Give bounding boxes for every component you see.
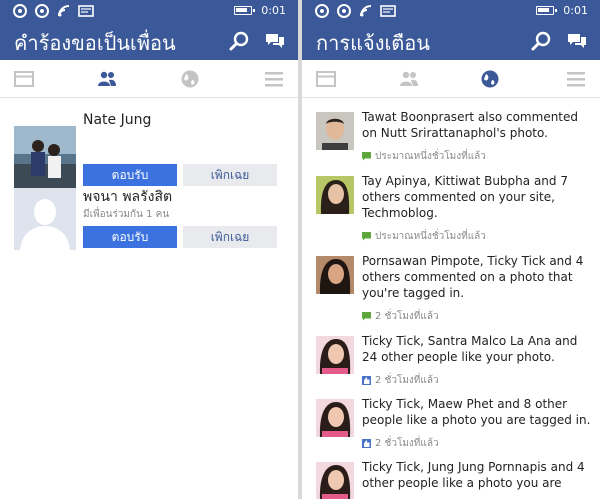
- request-photo[interactable]: [14, 126, 76, 188]
- status-icons: [12, 3, 94, 19]
- tab-notifications[interactable]: [180, 69, 200, 89]
- app-bar: คำร้องขอเป็นเพื่อน: [0, 22, 298, 60]
- status-bar: 0:01: [302, 0, 600, 22]
- notification-icon: [35, 4, 49, 18]
- hamburger-menu-icon: [567, 72, 585, 87]
- avatar: [316, 462, 354, 499]
- wifi-icon: [360, 5, 372, 17]
- tab-menu[interactable]: [566, 69, 586, 89]
- friend-request-item: Nate Jung ตอบรับ เพิกเฉย: [14, 112, 284, 188]
- tab-friend-requests[interactable]: [97, 69, 117, 89]
- avatar-woman-photo: [316, 256, 354, 294]
- notification-icon: [13, 4, 27, 18]
- avatar: [316, 256, 354, 294]
- page-title: การแจ้งเตือน: [316, 31, 430, 55]
- comment-icon: [362, 312, 371, 321]
- notification-time: ประมาณหนึ่งชั่วโมงที่แล้ว: [375, 231, 486, 242]
- tab-menu[interactable]: [264, 69, 284, 89]
- avatar: [316, 399, 354, 437]
- default-avatar-silhouette: [14, 188, 76, 250]
- message-icon: [380, 5, 396, 17]
- status-bar: 0:01: [0, 0, 298, 22]
- page-title: คำร้องขอเป็นเพื่อน: [14, 31, 176, 55]
- ignore-button[interactable]: เพิกเฉย: [183, 226, 277, 248]
- search-icon[interactable]: [228, 30, 250, 52]
- notification-icon: [315, 4, 329, 18]
- notification-text: Pornsawan Pimpote, Ticky Tick and 4 othe…: [362, 254, 584, 300]
- news-feed-icon: [316, 71, 336, 87]
- avatar: [316, 112, 354, 150]
- notifications-screen: 0:01 การแจ้งเตือน Tawat Boonprasert also…: [302, 0, 600, 499]
- confirm-button[interactable]: ตอบรับ: [83, 226, 177, 248]
- notification-time: 2 ชั่วโมงที่แล้ว: [375, 438, 439, 449]
- avatar: [316, 176, 354, 214]
- notification-text: Tawat Boonprasert also commented on Nutt…: [362, 110, 579, 140]
- tab-bar: [302, 60, 600, 98]
- notification-icon: [337, 4, 351, 18]
- battery-icon: [234, 6, 255, 15]
- notification-meta: ประมาณหนึ่งชั่วโมงที่แล้ว: [362, 229, 486, 244]
- like-icon: [362, 439, 371, 448]
- wifi-icon: [58, 5, 70, 17]
- comment-icon: [362, 232, 371, 241]
- clock: 0:01: [563, 4, 588, 17]
- search-icon[interactable]: [530, 30, 552, 52]
- request-name[interactable]: พจนา พลรังสิต: [83, 186, 172, 208]
- battery-icon: [536, 6, 557, 15]
- friend-requests-screen: 0:01 คำร้องขอเป็นเพื่อน Nate Jung ตอบรับ…: [0, 0, 298, 499]
- avatar-woman-photo: [316, 462, 354, 499]
- hamburger-menu-icon: [265, 72, 283, 87]
- notification-time: 2 ชั่วโมงที่แล้ว: [375, 311, 439, 322]
- friend-request-item: พจนา พลรังสิต มีเพื่อนร่วมกัน 1 คน ตอบรั…: [14, 188, 284, 250]
- ignore-button[interactable]: เพิกเฉย: [183, 164, 277, 186]
- comment-icon: [362, 152, 371, 161]
- request-name[interactable]: Nate Jung: [83, 112, 151, 128]
- avatar-woman-photo: [316, 176, 354, 214]
- tab-bar: [0, 60, 298, 98]
- notification-text: Ticky Tick, Santra Malco La Ana and 24 o…: [362, 334, 578, 364]
- globe-icon: [181, 70, 199, 88]
- notification-meta: 2 ชั่วโมงที่แล้ว: [362, 373, 439, 388]
- confirm-button[interactable]: ตอบรับ: [83, 164, 177, 186]
- notification-time: ประมาณหนึ่งชั่วโมงที่แล้ว: [375, 151, 486, 162]
- tab-notifications[interactable]: [480, 69, 500, 89]
- app-bar: การแจ้งเตือน: [302, 22, 600, 60]
- notification-text: Ticky Tick, Maew Phet and 8 other people…: [362, 397, 591, 427]
- globe-icon: [481, 70, 499, 88]
- friends-icon: [400, 71, 418, 86]
- news-feed-icon: [14, 71, 34, 87]
- notification-text: Ticky Tick, Jung Jung Pornnapis and 4 ot…: [362, 460, 585, 490]
- clock: 0:01: [261, 4, 286, 17]
- couple-photo: [14, 126, 76, 188]
- notification-meta: 2 ชั่วโมงที่แล้ว: [362, 309, 439, 324]
- status-icons: [314, 3, 396, 19]
- message-icon: [78, 5, 94, 17]
- tab-news-feed[interactable]: [14, 69, 34, 89]
- avatar-woman-photo: [316, 336, 354, 374]
- notification-meta: ประมาณหนึ่งชั่วโมงที่แล้ว: [362, 149, 486, 164]
- avatar-man-photo: [316, 112, 354, 150]
- request-photo[interactable]: [14, 188, 76, 250]
- avatar-woman-photo: [316, 399, 354, 437]
- chat-icon[interactable]: [264, 30, 286, 52]
- notification-meta: 2 ชั่วโมงที่แล้ว: [362, 436, 439, 451]
- notification-time: 2 ชั่วโมงที่แล้ว: [375, 375, 439, 386]
- like-icon: [362, 376, 371, 385]
- mutual-friends: มีเพื่อนร่วมกัน 1 คน: [83, 209, 170, 220]
- tab-friend-requests[interactable]: [399, 69, 419, 89]
- avatar: [316, 336, 354, 374]
- tab-news-feed[interactable]: [316, 69, 336, 89]
- friends-icon: [98, 71, 116, 86]
- notification-text: Tay Apinya, Kittiwat Bubpha and 7 others…: [362, 174, 568, 220]
- chat-icon[interactable]: [566, 30, 588, 52]
